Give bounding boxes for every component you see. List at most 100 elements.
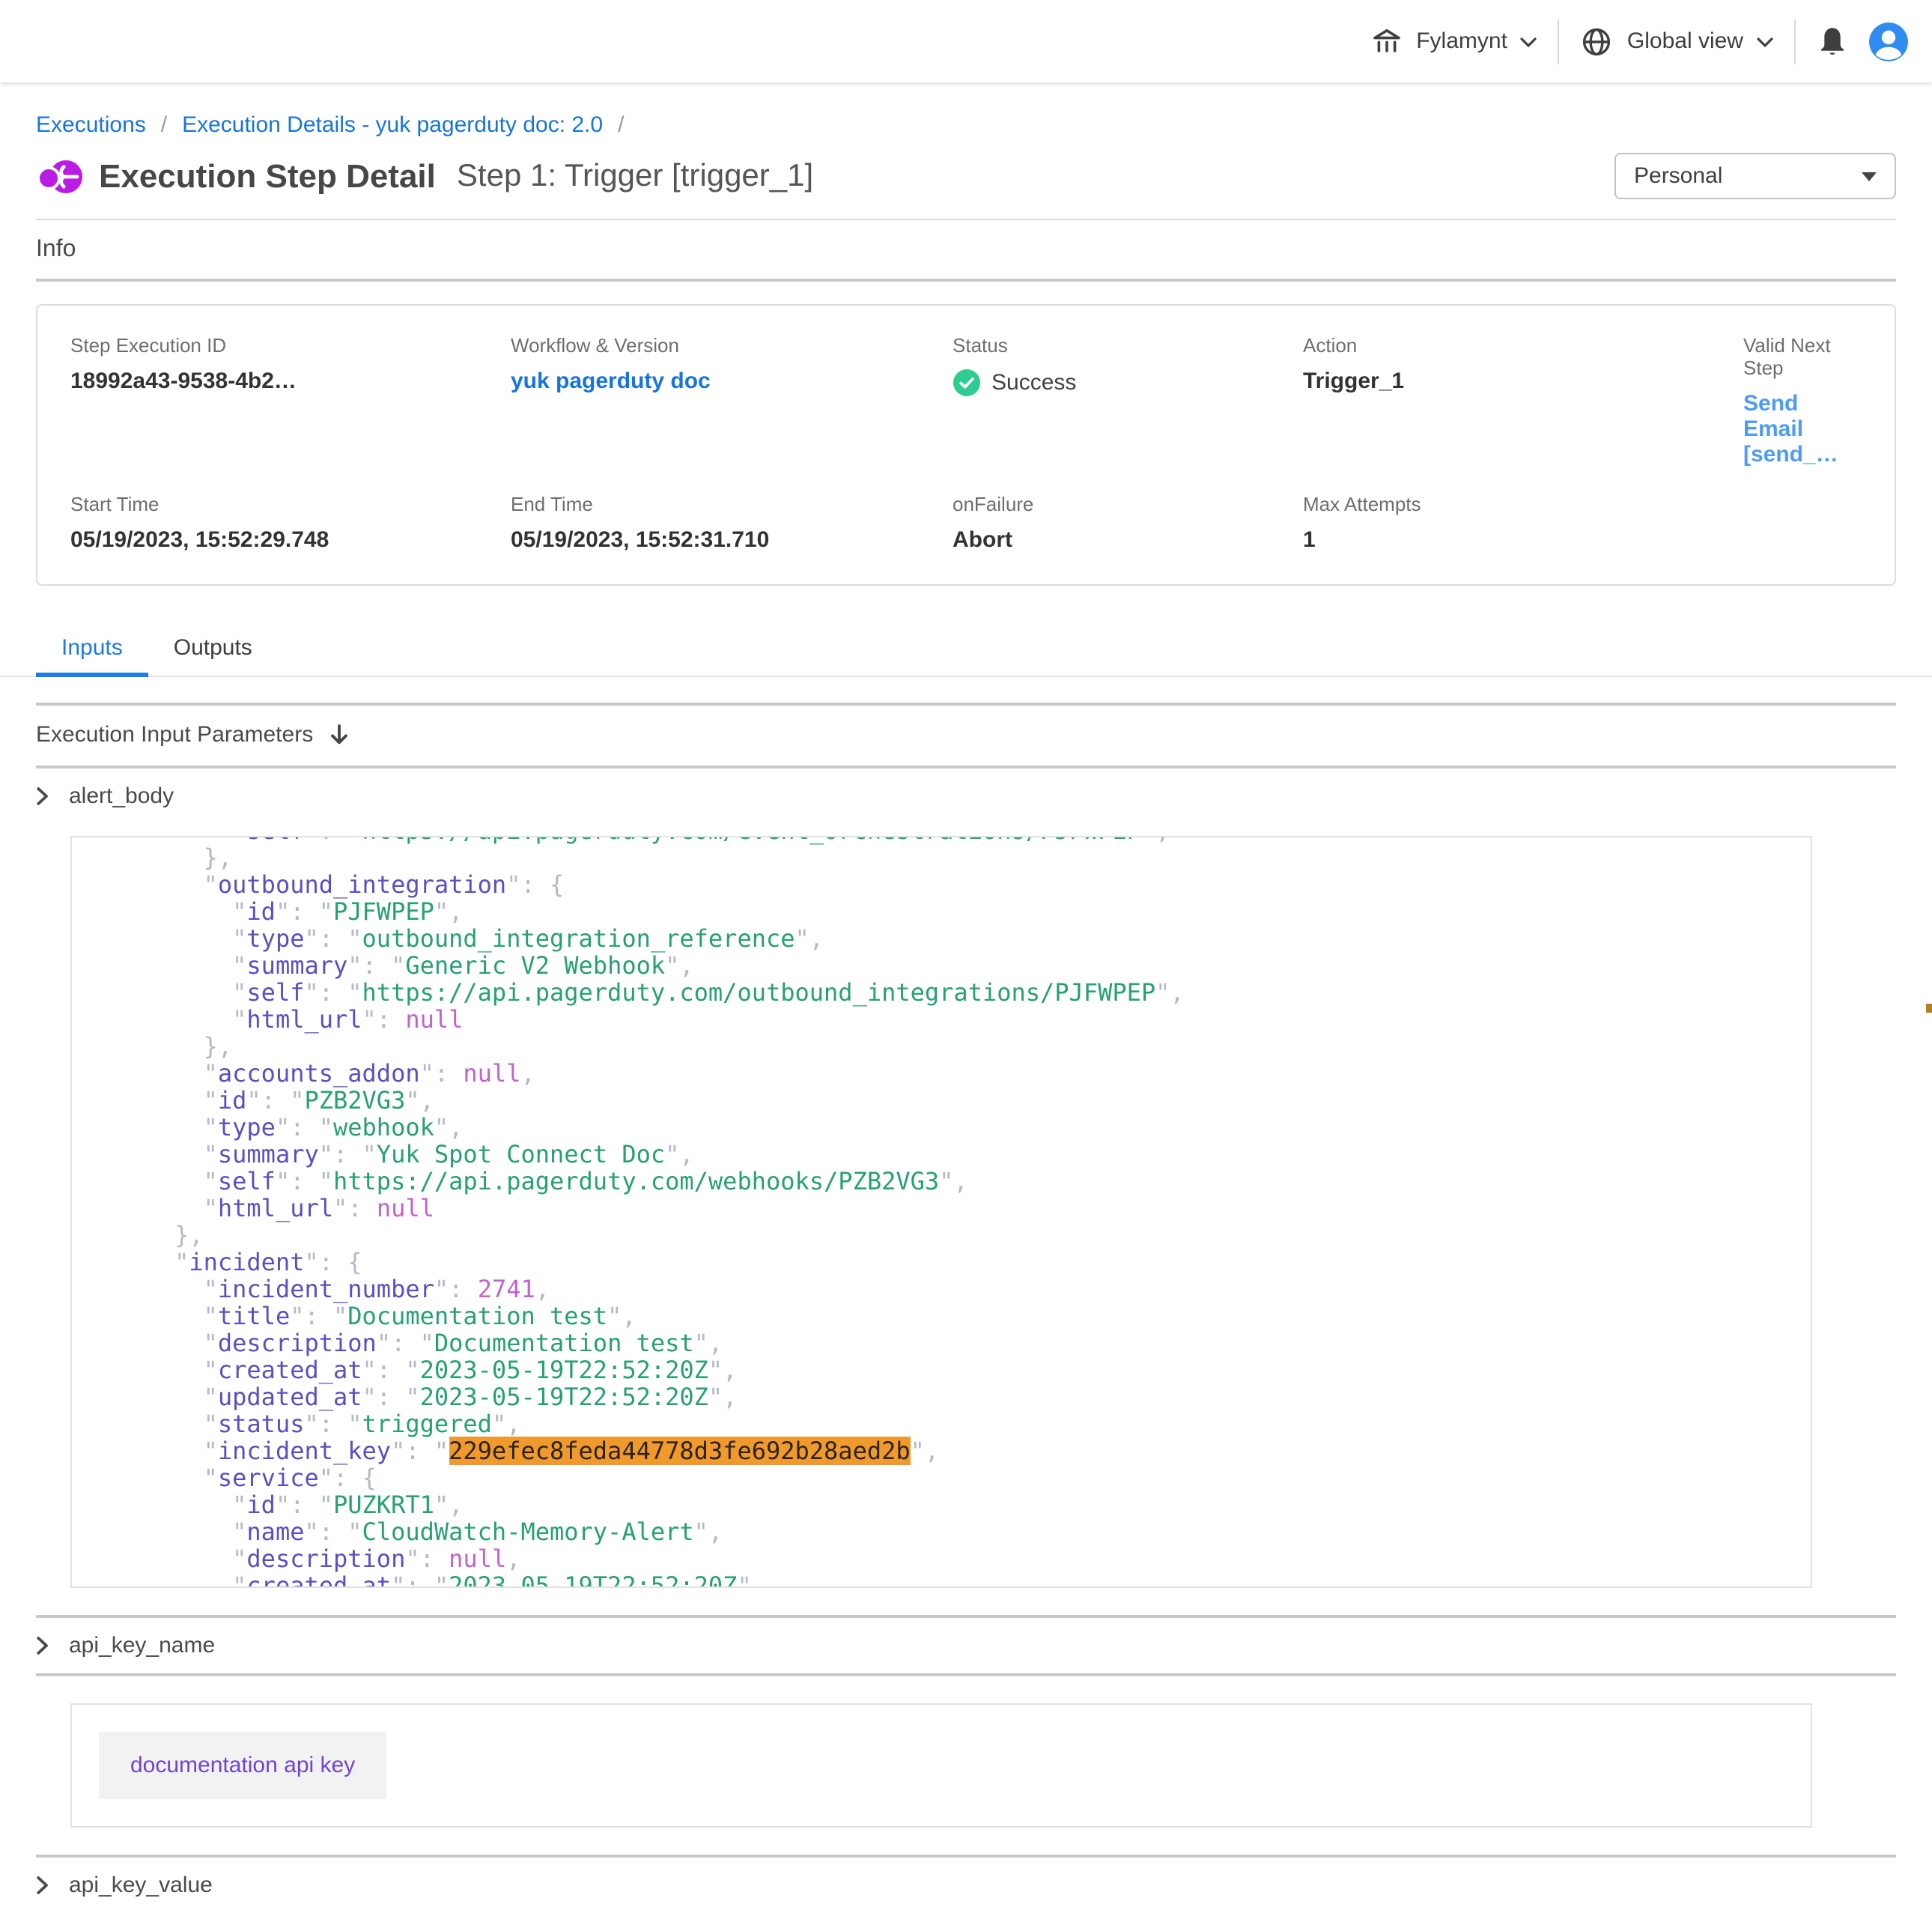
title-row: Execution Step Detail Step 1: Trigger [t… [36,153,1896,199]
section-label: api_key_value [69,1873,213,1898]
field-label: End Time [511,493,953,515]
field-label: Action [1303,334,1743,357]
section-label: alert_body [69,783,174,809]
info-field-valid-next-step: Valid Next Step Send Email [send_… [1743,334,1862,467]
page-title: Execution Step Detail [99,157,436,195]
workflow-link[interactable]: yuk pagerduty doc [511,369,953,394]
info-field-workflow-version: Workflow & Version yuk pagerduty doc [511,334,953,467]
breadcrumb: Executions / Execution Details - yuk pag… [36,112,1896,138]
code-line: "self": "https://api.pagerduty.com/event… [117,836,1790,845]
field-value: 05/19/2023, 15:52:31.710 [511,527,953,553]
page-subtitle: Step 1: Trigger [trigger_1] [457,158,813,194]
params-header-label: Execution Input Parameters [36,722,313,748]
field-label: Step Execution ID [70,334,511,357]
chevron-down-icon [1521,28,1537,54]
caret-down-icon [1862,172,1877,181]
api-key-name-chip[interactable]: documentation api key [99,1732,386,1799]
chevron-down-icon [1757,28,1773,54]
json-code: "self": "https://api.pagerduty.com/event… [72,836,1811,1588]
chevron-right-icon [36,1636,49,1655]
info-field-action: Action Trigger_1 [1303,334,1743,467]
code-line: "incident": { [117,1249,1790,1276]
code-line: "incident_key": "229efec8feda44778d3fe69… [117,1438,1790,1465]
field-label: Start Time [70,493,511,515]
code-line: "html_url": null [117,1195,1790,1222]
page: Fylamynt Global view [0,0,1932,1913]
code-line: "html_url": null [117,1007,1790,1034]
code-line: "status": "triggered", [117,1411,1790,1438]
scrollbar-match-marker [1926,1004,1932,1013]
divider [36,1673,1896,1676]
view-switcher[interactable]: Global view [1581,25,1773,58]
code-line: "title": "Documentation test", [117,1303,1790,1330]
section-api-key-name[interactable]: api_key_name [0,1618,1932,1673]
info-field-max-attempts: Max Attempts 1 [1303,493,1743,553]
download-arrow-icon[interactable] [329,724,349,746]
info-field-empty [1743,493,1862,553]
code-line: "accounts_addon": null, [117,1061,1790,1088]
next-step-link[interactable]: Send Email [send_… [1743,391,1862,467]
code-line: "incident_number": 2741, [117,1276,1790,1303]
breadcrumb-link-executions[interactable]: Executions [36,112,146,138]
field-label: Status [953,334,1303,357]
breadcrumb-link-execution-details[interactable]: Execution Details - yuk pagerduty doc: 2… [182,112,603,138]
code-line: }, [117,845,1790,872]
status-text: Success [991,370,1076,395]
field-label: Valid Next Step [1743,334,1862,379]
search-highlight: 229efec8feda44778d3fe692b28aed2b [449,1437,911,1465]
divider [36,219,1896,220]
field-label: Max Attempts [1303,493,1743,515]
section-label: api_key_name [69,1633,215,1658]
info-field-status: Status Success [953,334,1303,467]
info-field-onfailure: onFailure Abort [953,493,1303,553]
breadcrumb-separator: / [161,112,167,138]
code-line: "description": "Documentation test", [117,1330,1790,1357]
scope-select[interactable]: Personal [1614,153,1896,199]
org-switcher[interactable]: Fylamynt [1370,27,1537,55]
execution-input-parameters-header: Execution Input Parameters [0,706,1932,765]
code-line: "self": "https://api.pagerduty.com/webho… [117,1168,1790,1195]
organization-icon [1370,27,1403,55]
json-viewer[interactable]: "self": "https://api.pagerduty.com/event… [70,836,1812,1588]
code-line: "id": "PJFWPEP", [117,899,1790,926]
field-value: Abort [953,527,1303,553]
chevron-right-icon [36,1876,49,1895]
field-label: onFailure [953,493,1303,515]
view-label: Global view [1627,28,1743,54]
tab-outputs[interactable]: Outputs [148,626,278,677]
code-line: }, [117,1034,1790,1061]
code-line: "outbound_integration": { [117,872,1790,899]
field-label: Workflow & Version [511,334,953,357]
divider [1794,19,1796,64]
code-line: "created_at": "2023-05-19T22:52:20Z", [117,1357,1790,1384]
tab-inputs[interactable]: Inputs [36,626,148,677]
info-field-step-execution-id: Step Execution ID 18992a43-9538-4b2… [70,334,511,467]
info-card: Step Execution ID 18992a43-9538-4b2… Wor… [36,304,1896,586]
code-line: "created_at": "2023-05-19T22:52:20Z", [117,1573,1790,1588]
code-line: "self": "https://api.pagerduty.com/outbo… [117,980,1790,1007]
breadcrumb-separator: / [618,112,624,138]
org-label: Fylamynt [1416,28,1507,54]
code-line: "description": null, [117,1546,1790,1573]
status-badge: Success [953,369,1303,397]
section-api-key-value[interactable]: api_key_value [0,1858,1932,1913]
code-line: "type": "webhook", [117,1115,1790,1142]
success-check-icon [953,369,981,397]
code-line: "service": { [117,1465,1790,1492]
code-line: "updated_at": "2023-05-19T22:52:20Z", [117,1384,1790,1411]
divider [36,279,1896,282]
section-alert-body[interactable]: alert_body [0,768,1932,824]
workflow-logo-icon [36,157,82,195]
user-avatar[interactable] [1869,22,1908,61]
globe-icon [1581,25,1614,58]
tab-bar: Inputs Outputs [0,626,1932,677]
notifications-bell-icon[interactable] [1817,25,1848,58]
field-value: Trigger_1 [1303,369,1743,394]
api-key-name-value-box: documentation api key [70,1703,1812,1828]
info-field-end-time: End Time 05/19/2023, 15:52:31.710 [511,493,953,553]
info-section-title: Info [36,237,1896,264]
field-value: 05/19/2023, 15:52:29.748 [70,527,511,553]
code-line: "summary": "Generic V2 Webhook", [117,953,1790,980]
divider [1558,19,1560,64]
chevron-right-icon [36,786,49,806]
